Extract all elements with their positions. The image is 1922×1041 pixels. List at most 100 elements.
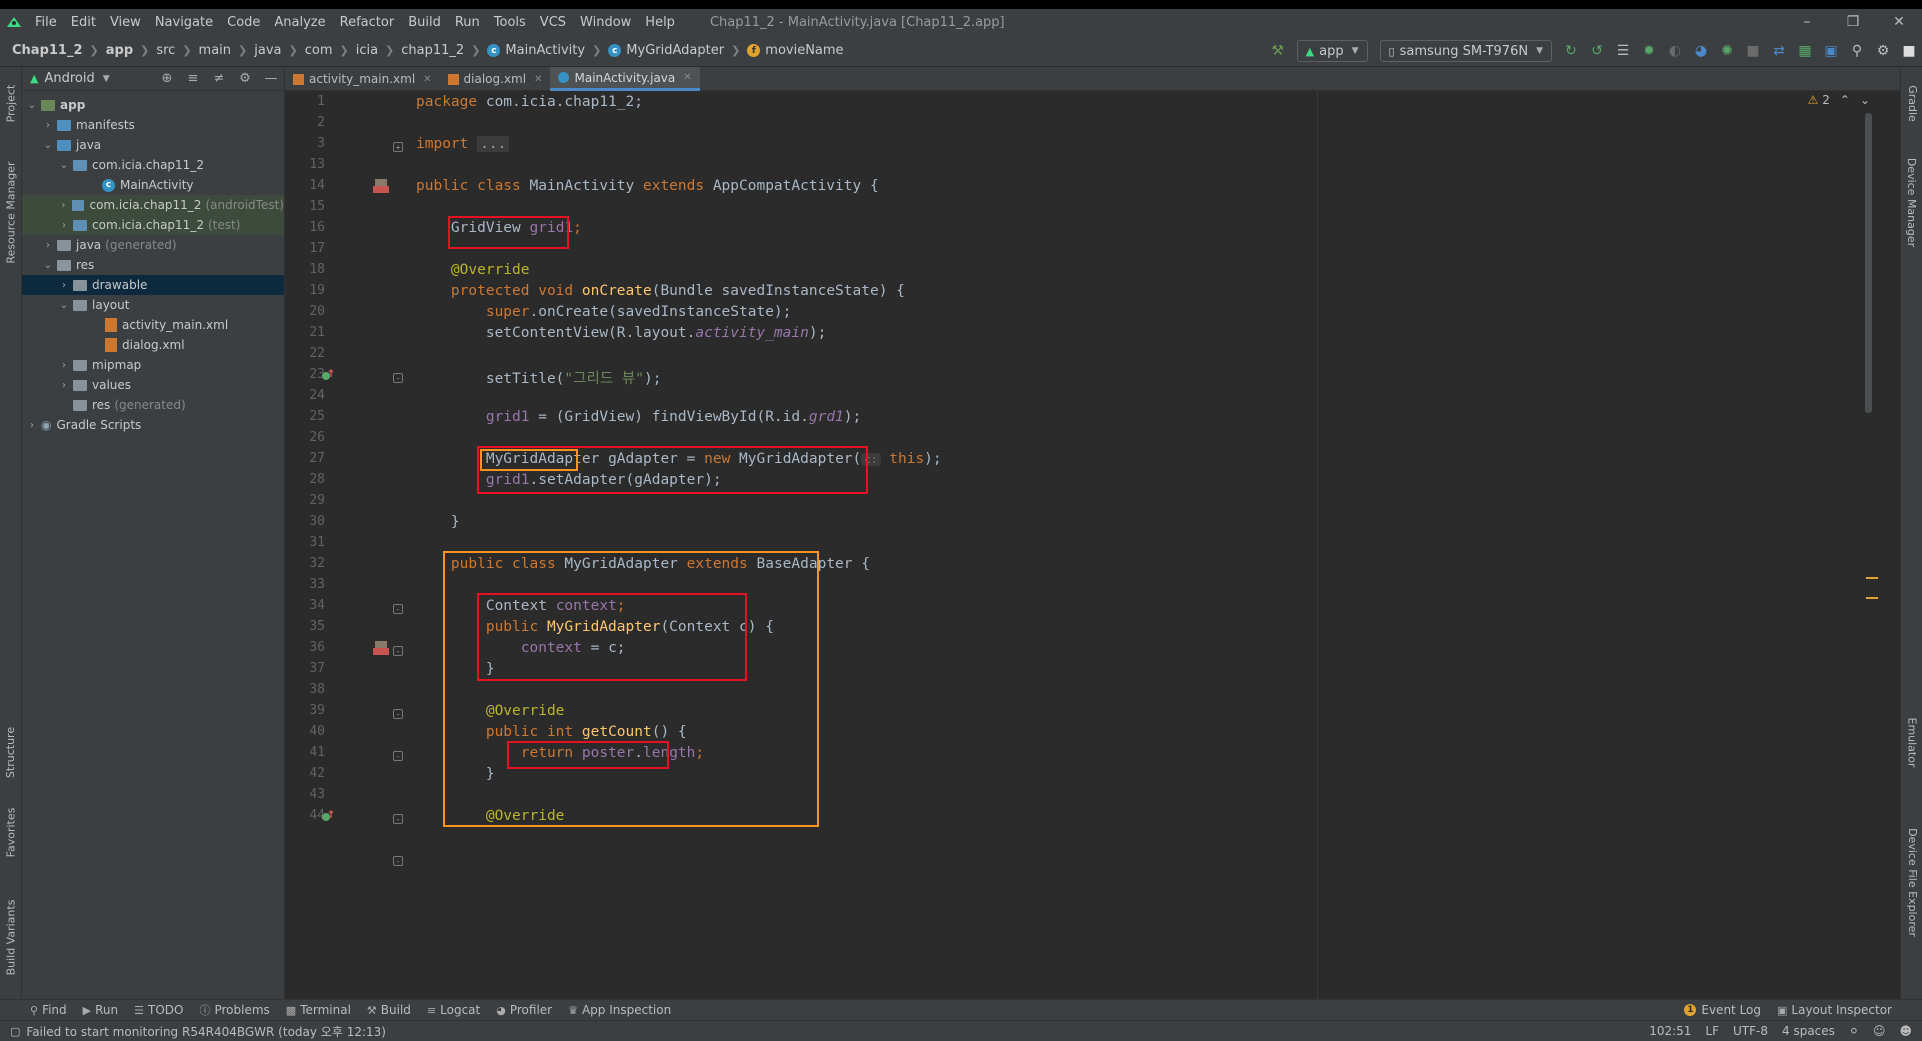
close-icon[interactable]: ✕ bbox=[534, 74, 542, 85]
inspection-profile-icon[interactable]: ☺ bbox=[1873, 1024, 1886, 1038]
emulator-tool-tab[interactable]: Emulator bbox=[1901, 707, 1922, 777]
chevron-right-icon[interactable]: › bbox=[58, 360, 70, 371]
menu-window[interactable]: Window bbox=[573, 15, 638, 30]
resource-manager-tool-tab[interactable]: Resource Manager bbox=[0, 147, 22, 277]
close-icon[interactable]: ✕ bbox=[1876, 9, 1922, 35]
chevron-right-icon[interactable]: › bbox=[26, 420, 38, 431]
tree-item-java-generated[interactable]: › java (generated) bbox=[22, 235, 284, 255]
memory-indicator-icon[interactable]: ☻ bbox=[1899, 1024, 1912, 1038]
crumb-src[interactable]: src bbox=[156, 43, 175, 58]
chevron-right-icon[interactable]: › bbox=[58, 200, 69, 211]
fold-icon[interactable]: - bbox=[393, 373, 403, 383]
fold-icon[interactable]: + bbox=[393, 142, 403, 152]
terminal-tool-button[interactable]: ▩ Terminal bbox=[278, 1003, 359, 1017]
coverage-icon[interactable]: ◐ bbox=[1662, 39, 1688, 63]
next-highlight-icon[interactable]: ⌄ bbox=[1860, 93, 1870, 107]
caret-position[interactable]: 102:51 bbox=[1649, 1024, 1691, 1038]
menu-build[interactable]: Build bbox=[401, 15, 448, 30]
apply-changes-restart-icon[interactable]: ↻ bbox=[1558, 39, 1584, 63]
lock-icon[interactable]: ⚪ bbox=[1849, 1024, 1859, 1038]
crumb-mainactivity[interactable]: c MainActivity bbox=[487, 43, 585, 58]
crumb-mygridadapter[interactable]: c MyGridAdapter bbox=[608, 43, 724, 58]
chevron-right-icon[interactable]: › bbox=[58, 280, 70, 291]
tree-item-manifests[interactable]: › manifests bbox=[22, 115, 284, 135]
folded-imports[interactable]: ... bbox=[477, 136, 510, 152]
tree-item-mainactivity[interactable]: c MainActivity bbox=[22, 175, 284, 195]
menu-help[interactable]: Help bbox=[638, 15, 682, 30]
fold-icon[interactable]: - bbox=[393, 709, 403, 719]
crumb-project[interactable]: Chap11_2 bbox=[12, 43, 83, 58]
warning-stripe-marker[interactable] bbox=[1866, 577, 1878, 579]
layout-inspector-tool-button[interactable]: ▣ Layout Inspector bbox=[1769, 1003, 1922, 1017]
project-tool-tab[interactable]: Project bbox=[0, 73, 22, 133]
tree-item-res-generated[interactable]: res (generated) bbox=[22, 395, 284, 415]
tree-item-values[interactable]: › values bbox=[22, 375, 284, 395]
menu-analyze[interactable]: Analyze bbox=[267, 15, 332, 30]
find-tool-button[interactable]: ⚲ Find bbox=[0, 1003, 75, 1017]
warning-stripe-marker[interactable] bbox=[1866, 597, 1878, 599]
tab-mainactivity-java[interactable]: MainActivity.java ✕ bbox=[550, 67, 700, 91]
build-variants-tool-tab[interactable]: Build Variants bbox=[0, 887, 22, 987]
run-config-select[interactable]: ▲ app ▼ bbox=[1296, 40, 1368, 62]
tree-item-app[interactable]: ⌄ app bbox=[22, 95, 284, 115]
menu-run[interactable]: Run bbox=[448, 15, 487, 30]
crumb-java[interactable]: java bbox=[254, 43, 281, 58]
run-list-icon[interactable]: ☰ bbox=[1610, 39, 1636, 63]
debug-icon[interactable]: ✹ bbox=[1636, 39, 1662, 63]
chevron-right-icon[interactable]: › bbox=[42, 240, 54, 251]
vertical-scrollbar[interactable] bbox=[1865, 113, 1872, 413]
collapse-all-icon[interactable]: ≠ bbox=[206, 71, 232, 86]
hide-icon[interactable]: — bbox=[258, 71, 284, 86]
indent-setting[interactable]: 4 spaces bbox=[1782, 1024, 1835, 1038]
fold-icon[interactable]: - bbox=[393, 604, 403, 614]
menu-vcs[interactable]: VCS bbox=[533, 15, 573, 30]
structure-tool-tab[interactable]: Structure bbox=[0, 717, 22, 787]
tree-item-drawable[interactable]: › drawable bbox=[22, 275, 284, 295]
override-method-icon[interactable] bbox=[321, 809, 335, 823]
tree-item-mipmap[interactable]: › mipmap bbox=[22, 355, 284, 375]
inspection-widget[interactable]: ⚠ 2 ⌃ ⌄ bbox=[1808, 93, 1870, 107]
file-encoding[interactable]: UTF-8 bbox=[1733, 1024, 1768, 1038]
chevron-right-icon[interactable]: › bbox=[58, 220, 70, 231]
fold-icon[interactable]: - bbox=[393, 856, 403, 866]
favorites-tool-tab[interactable]: Favorites bbox=[0, 797, 22, 867]
tab-dialog-xml[interactable]: dialog.xml ✕ bbox=[440, 67, 551, 91]
build-hammer-icon[interactable]: ⚒ bbox=[1265, 39, 1291, 63]
tab-activity-main-xml[interactable]: activity_main.xml ✕ bbox=[285, 67, 440, 91]
android-manifest-marker-icon[interactable] bbox=[372, 640, 390, 656]
tree-item-java[interactable]: ⌄ java bbox=[22, 135, 284, 155]
fold-icon[interactable]: - bbox=[393, 814, 403, 824]
menu-edit[interactable]: Edit bbox=[64, 15, 103, 30]
fold-icon[interactable]: - bbox=[393, 646, 403, 656]
sync-gradle-icon[interactable]: ⇄ bbox=[1766, 39, 1792, 63]
chevron-down-icon[interactable]: ⌄ bbox=[58, 160, 70, 171]
device-manager-tool-tab[interactable]: Device Manager bbox=[1901, 147, 1922, 257]
project-view-select[interactable]: Android bbox=[44, 71, 94, 86]
profiler-tool-button[interactable]: ◕ Profiler bbox=[488, 1003, 560, 1017]
line-separator[interactable]: LF bbox=[1705, 1024, 1719, 1038]
chevron-down-icon[interactable]: ⌄ bbox=[42, 140, 54, 151]
warnings-indicator[interactable]: ⚠ 2 bbox=[1808, 93, 1830, 107]
menu-file[interactable]: File bbox=[28, 15, 64, 30]
close-icon[interactable]: ✕ bbox=[683, 72, 691, 83]
menu-view[interactable]: View bbox=[103, 15, 148, 30]
app-inspection-tool-button[interactable]: ♛ App Inspection bbox=[560, 1003, 679, 1017]
chevron-right-icon[interactable]: › bbox=[42, 120, 54, 131]
build-tool-button[interactable]: ⚒ Build bbox=[359, 1003, 419, 1017]
attach-debugger-icon[interactable]: ✺ bbox=[1714, 39, 1740, 63]
tree-item-package-test[interactable]: › com.icia.chap11_2 (test) bbox=[22, 215, 284, 235]
menu-navigate[interactable]: Navigate bbox=[148, 15, 220, 30]
ide-update-icon[interactable]: ■ bbox=[1896, 39, 1922, 63]
restore-icon[interactable]: ❐ bbox=[1830, 9, 1876, 35]
close-icon[interactable]: ✕ bbox=[423, 74, 431, 85]
crumb-com[interactable]: com bbox=[305, 43, 333, 58]
crumb-moviename[interactable]: f movieName bbox=[747, 43, 844, 58]
menu-tools[interactable]: Tools bbox=[487, 15, 533, 30]
device-select[interactable]: ▯ samsung SM-T976N ▼ bbox=[1379, 40, 1552, 62]
code-editor[interactable]: ⚠ 2 ⌃ ⌄ 1 2 3 13 14 15 16 17 18 19 20 21… bbox=[285, 91, 1900, 999]
expand-all-icon[interactable]: ≡ bbox=[180, 71, 206, 86]
crumb-main[interactable]: main bbox=[199, 43, 231, 58]
device-manager-icon[interactable]: ▦ bbox=[1792, 39, 1818, 63]
chevron-down-icon[interactable]: ⌄ bbox=[42, 260, 54, 271]
locate-icon[interactable]: ⊕ bbox=[154, 71, 180, 86]
